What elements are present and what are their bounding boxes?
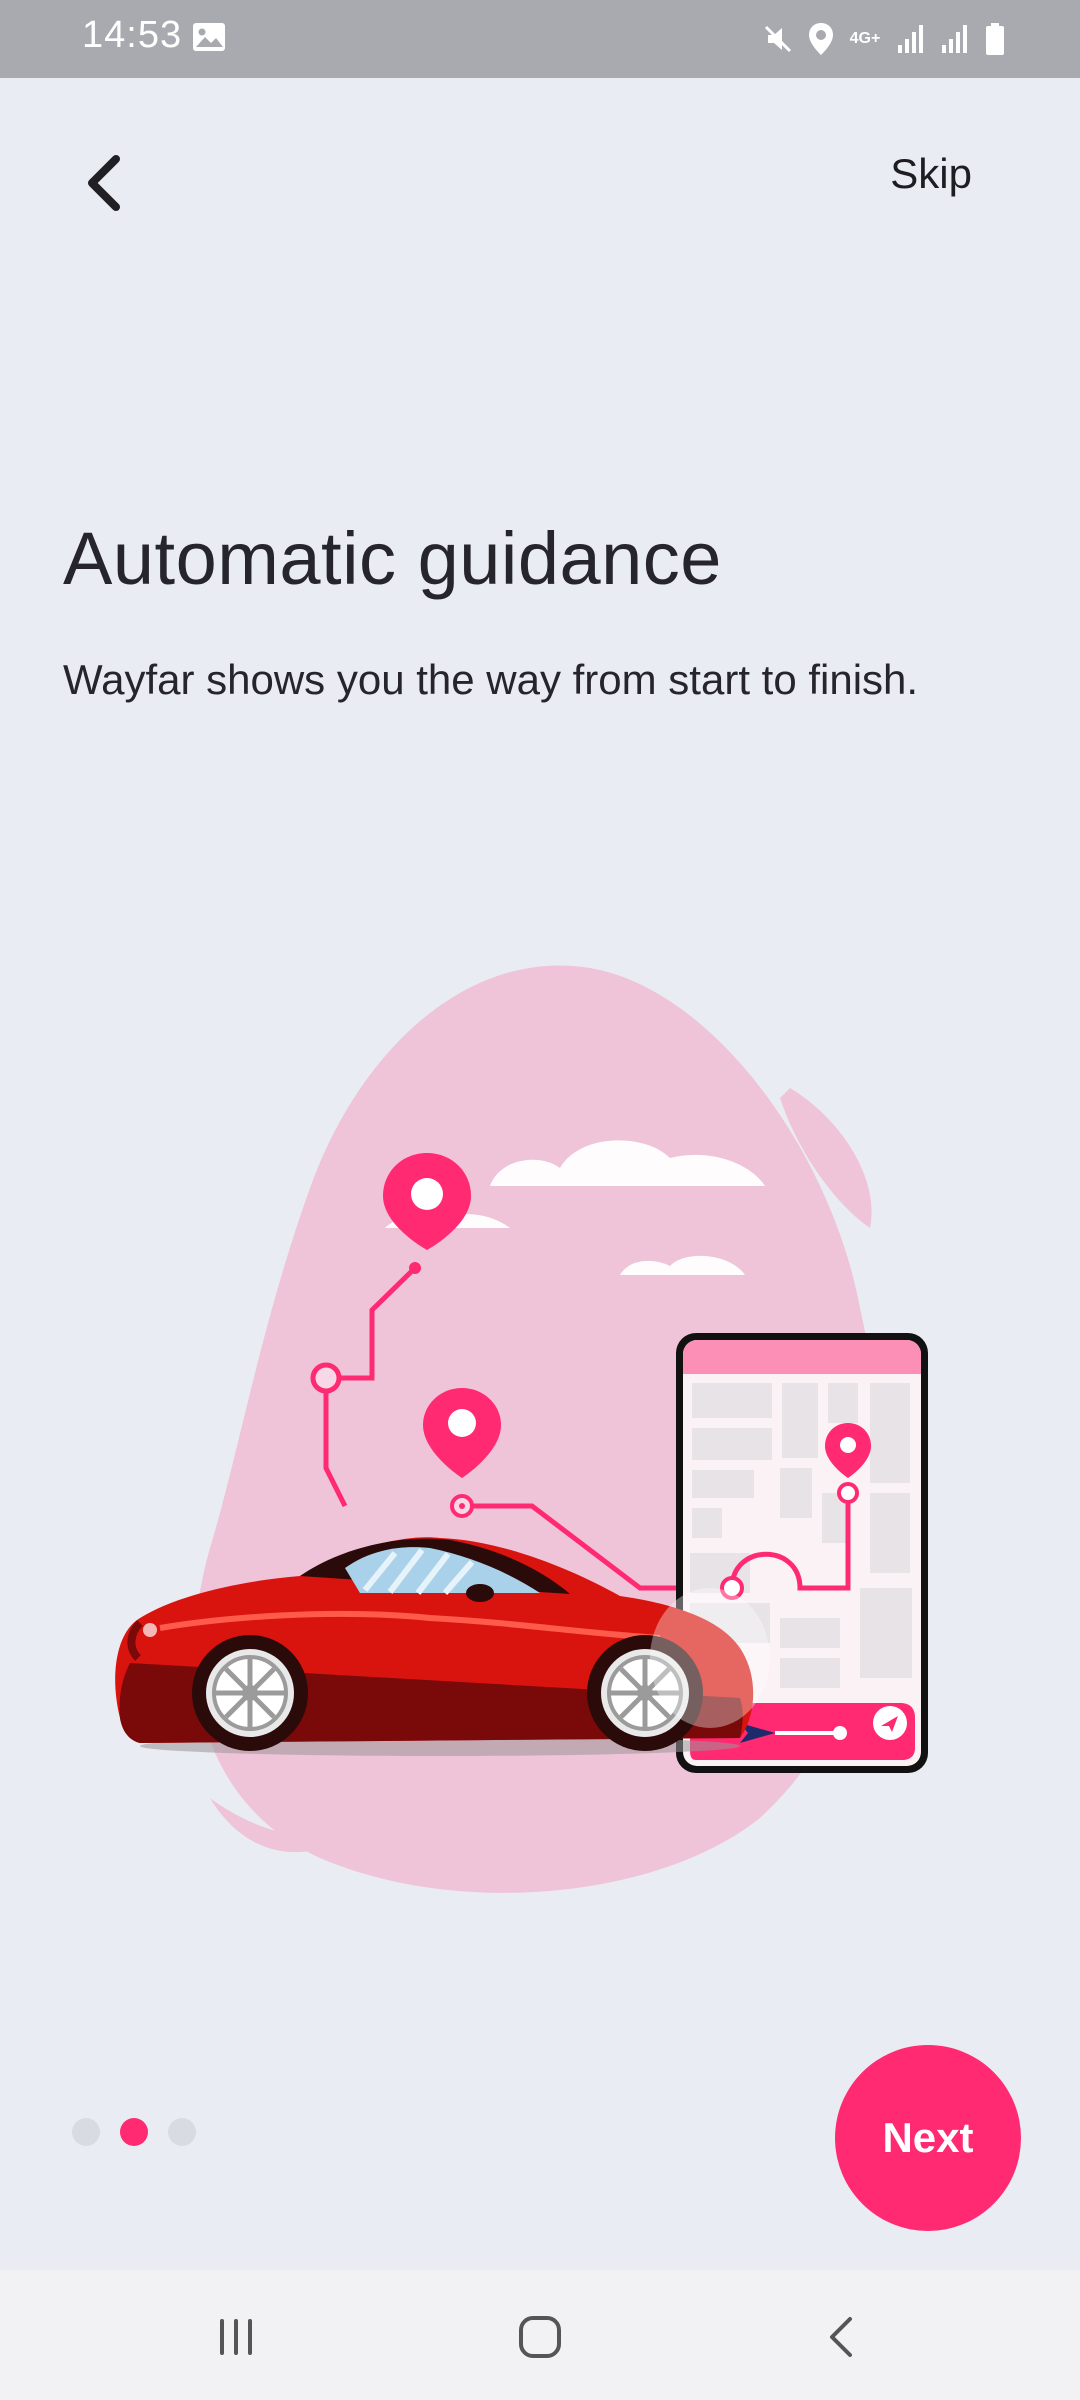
location-icon bbox=[809, 23, 833, 55]
status-icons: 4G+ bbox=[762, 18, 1006, 60]
battery-icon bbox=[986, 23, 1004, 55]
system-back-button[interactable] bbox=[792, 2302, 892, 2372]
page-title: Automatic guidance bbox=[63, 517, 722, 600]
network-4g-icon: 4G+ bbox=[849, 30, 881, 47]
gallery-icon bbox=[193, 23, 225, 51]
signal-icon bbox=[898, 25, 923, 53]
status-time: 14:53 bbox=[82, 14, 183, 56]
page-indicator bbox=[72, 2118, 196, 2146]
home-icon bbox=[519, 2316, 561, 2358]
onboarding-screen: Skip Automatic guidance Wayfar shows you… bbox=[0, 78, 1080, 2270]
skip-button[interactable]: Skip bbox=[890, 150, 972, 198]
next-button[interactable]: Next bbox=[835, 2045, 1021, 2231]
recent-apps-icon bbox=[220, 2319, 252, 2355]
page-dot-1[interactable] bbox=[72, 2118, 100, 2146]
status-bar: 14:53 4G+ bbox=[0, 0, 1080, 78]
page-dot-3[interactable] bbox=[168, 2118, 196, 2146]
chevron-left-icon bbox=[88, 155, 120, 211]
signal-icon bbox=[942, 25, 967, 53]
page-dot-2[interactable] bbox=[120, 2118, 148, 2146]
guidance-illustration bbox=[115, 965, 928, 1893]
back-icon bbox=[830, 2317, 852, 2357]
back-button[interactable] bbox=[70, 143, 140, 223]
recent-apps-button[interactable] bbox=[186, 2302, 286, 2372]
page-subtitle: Wayfar shows you the way from start to f… bbox=[63, 656, 919, 703]
home-button[interactable] bbox=[490, 2302, 590, 2372]
mute-icon bbox=[764, 25, 792, 53]
system-nav-bar bbox=[0, 2270, 1080, 2400]
